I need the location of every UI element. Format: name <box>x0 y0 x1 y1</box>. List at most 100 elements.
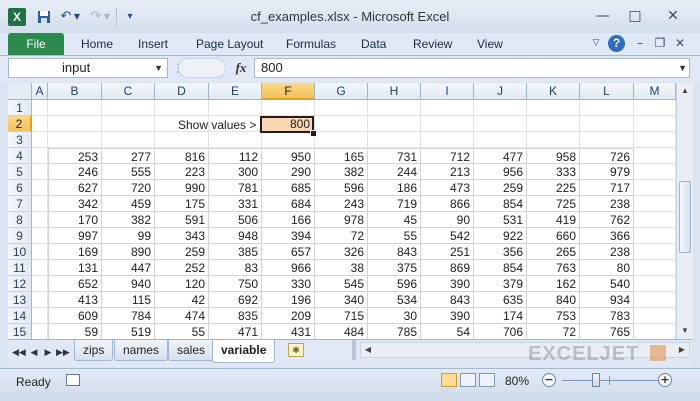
data-cell[interactable]: 816 <box>155 148 209 164</box>
data-cell[interactable]: 45 <box>368 212 421 228</box>
row-header-15[interactable]: 15 <box>8 324 32 339</box>
tab-formulas[interactable]: Formulas <box>286 33 336 55</box>
data-cell[interactable]: 238 <box>580 244 634 260</box>
data-cell[interactable]: 413 <box>48 292 102 308</box>
data-cell[interactable]: 684 <box>262 196 315 212</box>
data-cell[interactable]: 990 <box>155 180 209 196</box>
data-cell[interactable]: 519 <box>102 324 155 339</box>
normal-view-icon[interactable] <box>441 373 457 387</box>
column-header-a[interactable]: A <box>32 83 48 100</box>
data-cell[interactable]: 725 <box>527 196 580 212</box>
data-cell[interactable]: 531 <box>474 212 527 228</box>
data-cell[interactable]: 246 <box>48 164 102 180</box>
data-cell[interactable]: 843 <box>421 292 474 308</box>
data-cell[interactable]: 259 <box>155 244 209 260</box>
vertical-scroll-thumb[interactable] <box>679 181 691 253</box>
data-cell[interactable]: 72 <box>527 324 580 339</box>
data-cell[interactable]: 997 <box>48 228 102 244</box>
data-cell[interactable]: 112 <box>209 148 262 164</box>
column-header-m[interactable]: M <box>634 83 676 100</box>
data-cell[interactable]: 596 <box>315 180 368 196</box>
data-cell[interactable]: 765 <box>580 324 634 339</box>
select-all-button[interactable] <box>8 83 32 100</box>
data-cell[interactable]: 253 <box>48 148 102 164</box>
excel-logo-icon[interactable]: X <box>8 8 26 26</box>
data-cell[interactable]: 30 <box>368 308 421 324</box>
column-header-c[interactable]: C <box>102 83 155 100</box>
previous-sheet-icon[interactable]: ◀ <box>28 345 40 359</box>
scroll-left-icon[interactable]: ◀ <box>361 343 375 357</box>
data-cell[interactable]: 265 <box>527 244 580 260</box>
sheet-tab-names[interactable]: names <box>114 340 169 361</box>
row-header-3[interactable]: 3 <box>8 132 32 148</box>
data-cell[interactable]: 55 <box>368 228 421 244</box>
row-header-13[interactable]: 13 <box>8 292 32 308</box>
tab-view[interactable]: View <box>477 33 503 55</box>
sheet-tab-zips[interactable]: zips <box>74 340 114 361</box>
data-cell[interactable]: 869 <box>421 260 474 276</box>
row-header-5[interactable]: 5 <box>8 164 32 180</box>
data-cell[interactable]: 225 <box>527 180 580 196</box>
data-cell[interactable]: 447 <box>102 260 155 276</box>
row-header-14[interactable]: 14 <box>8 308 32 324</box>
data-cell[interactable]: 866 <box>421 196 474 212</box>
page-layout-view-icon[interactable] <box>460 373 476 387</box>
undo-dropdown-icon[interactable]: ▼ <box>72 9 82 25</box>
data-cell[interactable]: 652 <box>48 276 102 292</box>
next-sheet-icon[interactable]: ▶ <box>42 345 54 359</box>
sheet-tab-variable[interactable]: variable <box>212 340 276 363</box>
row-header-1[interactable]: 1 <box>8 100 32 116</box>
maximize-icon[interactable]: □ <box>624 6 646 26</box>
data-cell[interactable]: 459 <box>102 196 155 212</box>
zoom-out-icon[interactable]: − <box>542 373 556 387</box>
data-cell[interactable]: 966 <box>262 260 315 276</box>
data-cell[interactable]: 290 <box>262 164 315 180</box>
data-cell[interactable]: 763 <box>527 260 580 276</box>
data-cell[interactable]: 165 <box>315 148 368 164</box>
data-cell[interactable]: 80 <box>580 260 634 276</box>
column-header-g[interactable]: G <box>315 83 368 100</box>
data-cell[interactable]: 762 <box>580 212 634 228</box>
data-cell[interactable]: 174 <box>474 308 527 324</box>
data-cell[interactable]: 196 <box>262 292 315 308</box>
data-cell[interactable]: 715 <box>315 308 368 324</box>
data-cell[interactable]: 712 <box>421 148 474 164</box>
data-cell[interactable]: 59 <box>48 324 102 339</box>
scroll-right-icon[interactable]: ▶ <box>675 343 689 357</box>
expand-formula-bar-icon[interactable]: ▼ <box>678 59 687 77</box>
data-cell[interactable]: 385 <box>209 244 262 260</box>
data-cell[interactable]: 90 <box>421 212 474 228</box>
redo-dropdown-icon[interactable]: ▼ <box>102 9 112 25</box>
data-cell[interactable]: 948 <box>209 228 262 244</box>
data-cell[interactable]: 979 <box>580 164 634 180</box>
zoom-level[interactable]: 80% <box>505 374 529 388</box>
formula-input[interactable]: 800 ▼ <box>254 58 690 78</box>
column-header-i[interactable]: I <box>421 83 474 100</box>
data-cell[interactable]: 131 <box>48 260 102 276</box>
row-header-9[interactable]: 9 <box>8 228 32 244</box>
column-header-b[interactable]: B <box>48 83 102 100</box>
data-cell[interactable]: 591 <box>155 212 209 228</box>
zoom-slider-track[interactable] <box>562 380 658 381</box>
insert-worksheet-icon[interactable]: ✱ <box>288 343 304 357</box>
data-cell[interactable]: 115 <box>102 292 155 308</box>
data-cell[interactable]: 731 <box>368 148 421 164</box>
data-cell[interactable]: 333 <box>527 164 580 180</box>
chevron-down-icon[interactable]: ▼ <box>154 59 163 77</box>
name-box[interactable]: input ▼ <box>8 58 168 78</box>
row-header-8[interactable]: 8 <box>8 212 32 228</box>
page-break-preview-icon[interactable] <box>479 373 495 387</box>
zoom-slider-thumb[interactable] <box>592 373 600 387</box>
data-cell[interactable]: 726 <box>580 148 634 164</box>
row-header-10[interactable]: 10 <box>8 244 32 260</box>
zoom-in-icon[interactable]: + <box>658 373 672 387</box>
data-cell[interactable]: 54 <box>421 324 474 339</box>
data-cell[interactable]: 717 <box>580 180 634 196</box>
horizontal-scrollbar[interactable]: ◀ ▶ <box>360 342 690 358</box>
close-icon[interactable]: ✕ <box>662 6 684 26</box>
file-tab[interactable]: File <box>8 33 64 55</box>
tab-review[interactable]: Review <box>413 33 452 55</box>
worksheet-grid[interactable]: ABCDEFGHIJKLM 1 2 3 4 5 6 7 8 9 10 11 12 13 14 15 Show… <box>8 83 676 339</box>
data-cell[interactable]: 419 <box>527 212 580 228</box>
column-header-f[interactable]: F <box>262 83 315 100</box>
